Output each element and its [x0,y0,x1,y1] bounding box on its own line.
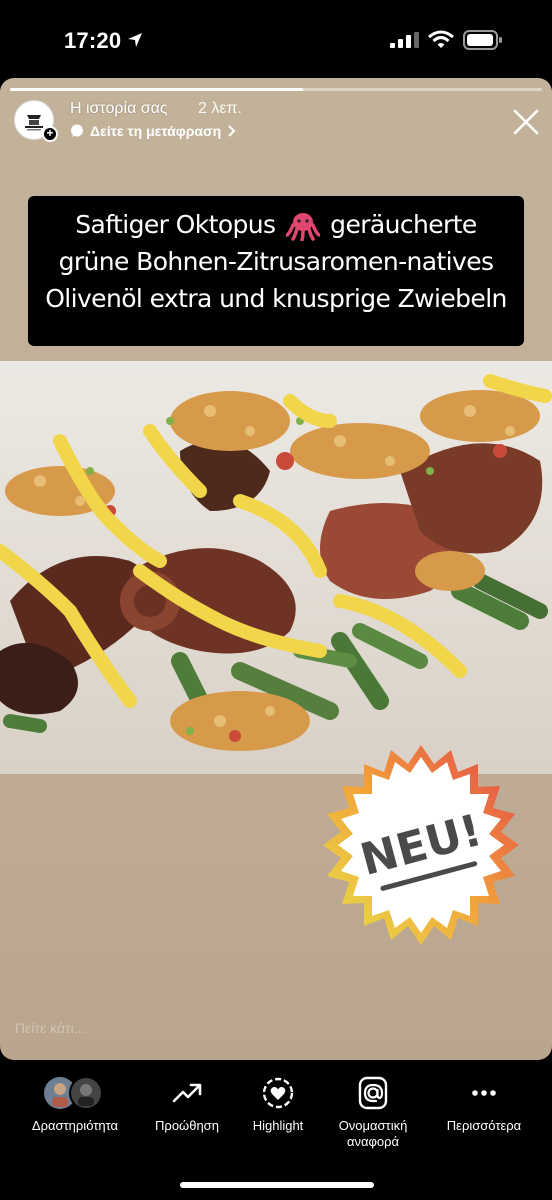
chevron-right-icon [228,125,236,137]
mention-label: Ονομαστική αναφορά [338,1118,408,1149]
promote-label: Προώθηση [155,1118,219,1133]
story-caption: Saftiger Oktopus geräucherte grüne Bohne… [28,196,524,346]
new-badge-sticker: NEU! [323,745,519,945]
caption-line-1: Saftiger Oktopus [75,210,276,239]
see-translation-link[interactable]: Δείτε τη μετάφραση [70,123,237,139]
story-progress-fill [10,88,303,91]
close-icon[interactable] [512,108,540,136]
highlight-label: Highlight [252,1118,304,1133]
more-label: Περισσότερα [446,1118,522,1133]
story-owner-title[interactable]: Η ιστορία σας [70,100,168,118]
home-indicator[interactable] [180,1182,374,1188]
see-translation-label: Δείτε τη μετάφραση [90,123,222,139]
caption-line-1b: geräucherte [330,210,477,239]
caption-line-3: Olivenöl extra und knusprige Zwiebeln [45,284,507,313]
status-bar: 17:20 [0,0,552,78]
octopus-dish-image [0,361,552,774]
activity-avatars-icon [44,1076,103,1110]
wifi-icon [428,30,454,48]
octopus-emoji-icon [285,213,320,241]
add-story-icon[interactable]: + [42,126,58,142]
speech-bubble-icon [71,124,83,137]
reply-input[interactable]: Πείτε κάτι... [15,1020,85,1036]
location-arrow-icon [128,33,142,47]
dish-photo [0,361,552,774]
story-action-bar: Δραστηριότητα Προώθηση Highlight Ονομαστ… [0,1060,552,1200]
status-time: 17:20 [64,28,122,53]
more-dots-icon [472,1090,496,1096]
story-timestamp: 2 λεπ. [198,100,242,117]
at-sign-icon [358,1076,388,1110]
story-viewer[interactable]: + Η ιστορία σας 2 λεπ. Δείτε τη μετάφρασ… [0,78,552,1060]
mention-button[interactable]: Ονομαστική αναφορά [313,1074,433,1150]
caption-line-2: grüne Bohnen-Zitrusaromen-natives [58,247,494,276]
story-progress-bar [10,88,542,91]
battery-icon [463,30,502,50]
cellular-signal-icon [390,32,419,48]
highlight-heart-icon [262,1077,294,1109]
activity-label: Δραστηριότητα [31,1118,119,1133]
activity-button[interactable]: Δραστηριότητα [15,1074,135,1134]
more-button[interactable]: Περισσότερα [424,1074,544,1134]
trending-up-icon [172,1083,202,1103]
